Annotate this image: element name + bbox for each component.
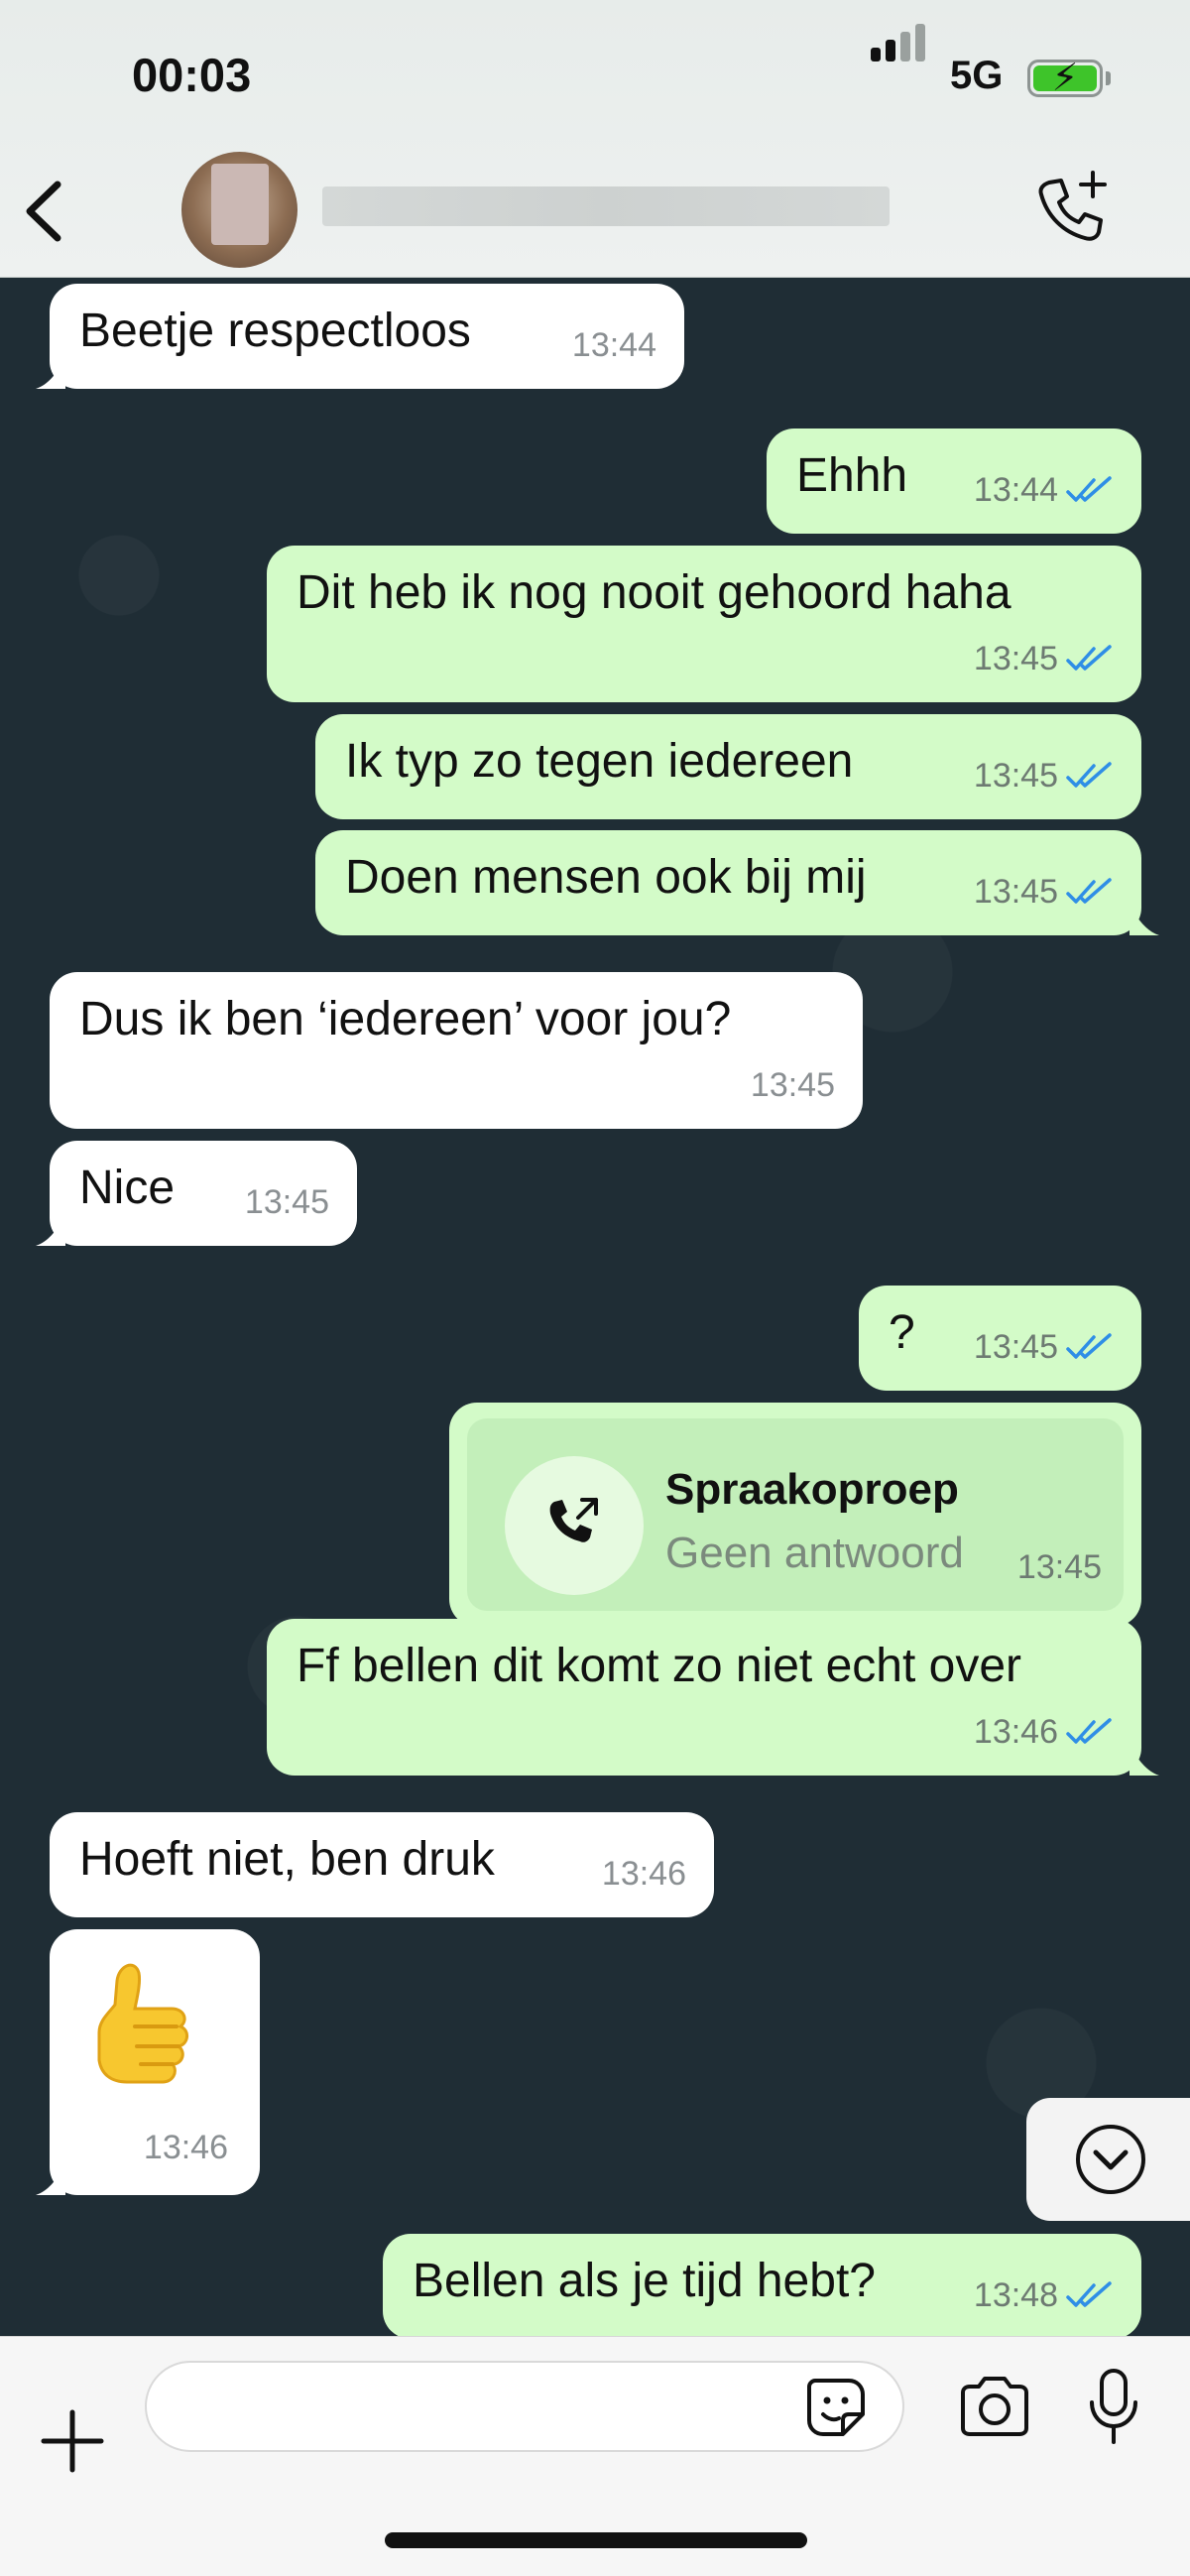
message-text: Dus ik ben ‘iedereen’ voor jou? [79,993,732,1045]
message-incoming[interactable]: Beetje respectloos 13:44 [36,284,684,389]
message-outgoing[interactable]: Ehhh 13:44 [767,429,1141,534]
bubble-tail [36,359,65,389]
message-incoming[interactable]: Hoeft niet, ben druk 13:46 [50,1812,714,1917]
network-label: 5G [950,54,1004,97]
message-outgoing[interactable]: Dit heb ik nog nooit gehoord haha 13:45 [267,546,1141,702]
call-icon-circle [505,1456,644,1595]
bubble-tail [36,1216,65,1246]
read-ticks-icon [1066,1333,1112,1359]
read-ticks-icon [1066,476,1112,502]
message-text: Beetje respectloos [79,305,471,357]
message-time: 13:45 [973,640,1058,677]
message-text: Ff bellen dit komt zo niet echt over [297,1640,1022,1692]
message-time: 13:45 [750,1066,835,1104]
message-meta: 13:48 [974,2266,1114,2325]
message-time: 13:46 [973,1713,1058,1751]
message-time: 13:44 [973,471,1058,509]
missed-call-message[interactable]: Spraakoproep Geen antwoord 13:45 [449,1403,1141,1627]
read-ticks-icon [1066,2281,1112,2307]
contact-avatar[interactable] [181,152,298,268]
message-time: 13:44 [571,326,656,364]
message-meta: 13:45 [974,862,1114,921]
message-meta: 13:45 [974,746,1114,805]
microphone-icon[interactable] [1086,2367,1141,2446]
message-time: 13:45 [973,1328,1058,1366]
thumbs-up-icon [97,1963,188,2084]
bubble-tail [1130,1746,1159,1776]
chat-header: 00:03 5G ⚡ [0,0,1190,278]
message-input[interactable] [145,2361,904,2452]
message-incoming[interactable]: Dus ik ben ‘iedereen’ voor jou? 13:45 [50,972,863,1129]
chat-area[interactable]: Beetje respectloos 13:44 Ehhh 13:44 Dit … [0,278,1190,2336]
status-time: 00:03 [132,49,252,101]
message-time: 13:46 [601,1855,686,1893]
chevron-left-icon[interactable] [20,177,69,246]
message-meta: 13:45 [974,1317,1114,1377]
message-meta: 13:45 [1017,1537,1102,1597]
sticker-icon[interactable] [803,2375,869,2440]
message-outgoing[interactable]: ? 13:45 [859,1286,1141,1391]
call-title: Spraakoproep [665,1465,959,1514]
message-text: Dit heb ik nog nooit gehoord haha [297,566,1012,619]
plus-icon[interactable] [38,2406,107,2476]
message-text: Hoeft niet, ben druk [79,1833,495,1886]
message-meta: 13:44 [572,315,656,375]
message-incoming[interactable]: Nice 13:45 [36,1141,357,1246]
battery-bolt-icon: ⚡ [1051,58,1079,99]
read-ticks-icon [1066,878,1112,904]
phone-add-icon[interactable] [1031,169,1111,248]
read-ticks-icon [1066,762,1112,788]
message-time: 13:45 [1016,1548,1102,1586]
scroll-to-bottom-button[interactable] [1026,2098,1190,2221]
message-outgoing[interactable]: Ff bellen dit komt zo niet echt over 13:… [267,1619,1159,1776]
message-time: 13:45 [973,757,1058,795]
message-time: 13:45 [244,1183,329,1221]
emoji-message[interactable]: 13:46 [36,1929,260,2195]
outgoing-call-icon [549,1498,598,1542]
read-ticks-icon [1066,1718,1112,1744]
battery-cap [1106,71,1111,85]
message-meta: 13:45 [751,1055,835,1115]
chevron-down-circle-icon [1076,2125,1145,2194]
message-time: 13:45 [973,873,1058,911]
message-meta: 13:44 [974,460,1114,520]
avatar-redaction [211,164,269,245]
message-meta: 13:46 [144,2118,228,2177]
message-meta: 13:46 [602,1844,686,1903]
read-ticks-icon [1066,645,1112,671]
message-meta: 13:46 [974,1702,1114,1762]
message-outgoing[interactable]: Doen mensen ook bij mij 13:45 [315,830,1159,935]
call-status: Geen antwoord [665,1529,964,1577]
bubble-tail [1130,906,1159,935]
message-meta: 13:45 [974,629,1114,688]
bubble-tail [36,2165,65,2195]
message-outgoing[interactable]: Ik typ zo tegen iedereen 13:45 [315,714,1141,819]
message-meta: 13:45 [245,1172,329,1232]
message-time: 13:46 [143,2129,228,2166]
battery-icon: ⚡ [1027,58,1103,99]
message-time: 13:48 [973,2276,1058,2314]
message-outgoing[interactable]: Bellen als je tijd hebt? 13:48 [383,2234,1141,2336]
camera-icon[interactable] [957,2373,1032,2438]
home-indicator [385,2532,807,2548]
contact-name-redacted[interactable] [322,186,890,226]
